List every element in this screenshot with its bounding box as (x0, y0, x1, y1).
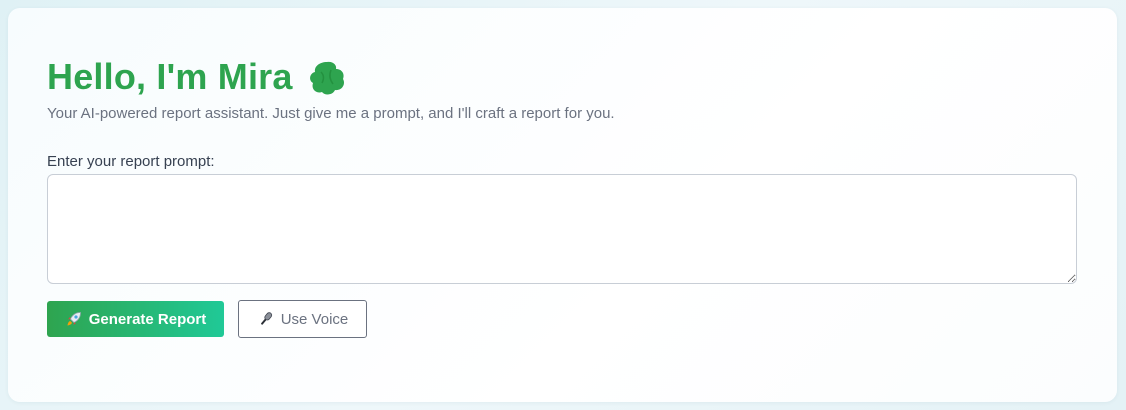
generate-report-label: Generate Report (88, 310, 207, 328)
prompt-label: Enter your report prompt: (47, 153, 215, 170)
report-prompt-textarea[interactable] (47, 174, 1077, 284)
leaf-blob-icon (307, 58, 347, 98)
microphone-icon (257, 310, 275, 328)
title-row: Hello, I'm Mira (47, 56, 347, 98)
assistant-card: Hello, I'm Mira Your AI-powered report a… (8, 8, 1117, 402)
rocket-icon (65, 310, 83, 328)
use-voice-label: Use Voice (280, 310, 349, 328)
use-voice-button[interactable]: Use Voice (238, 300, 367, 338)
generate-report-button[interactable]: Generate Report (47, 301, 224, 337)
page-title: Hello, I'm Mira (47, 56, 293, 97)
subtitle: Your AI-powered report assistant. Just g… (47, 105, 615, 122)
